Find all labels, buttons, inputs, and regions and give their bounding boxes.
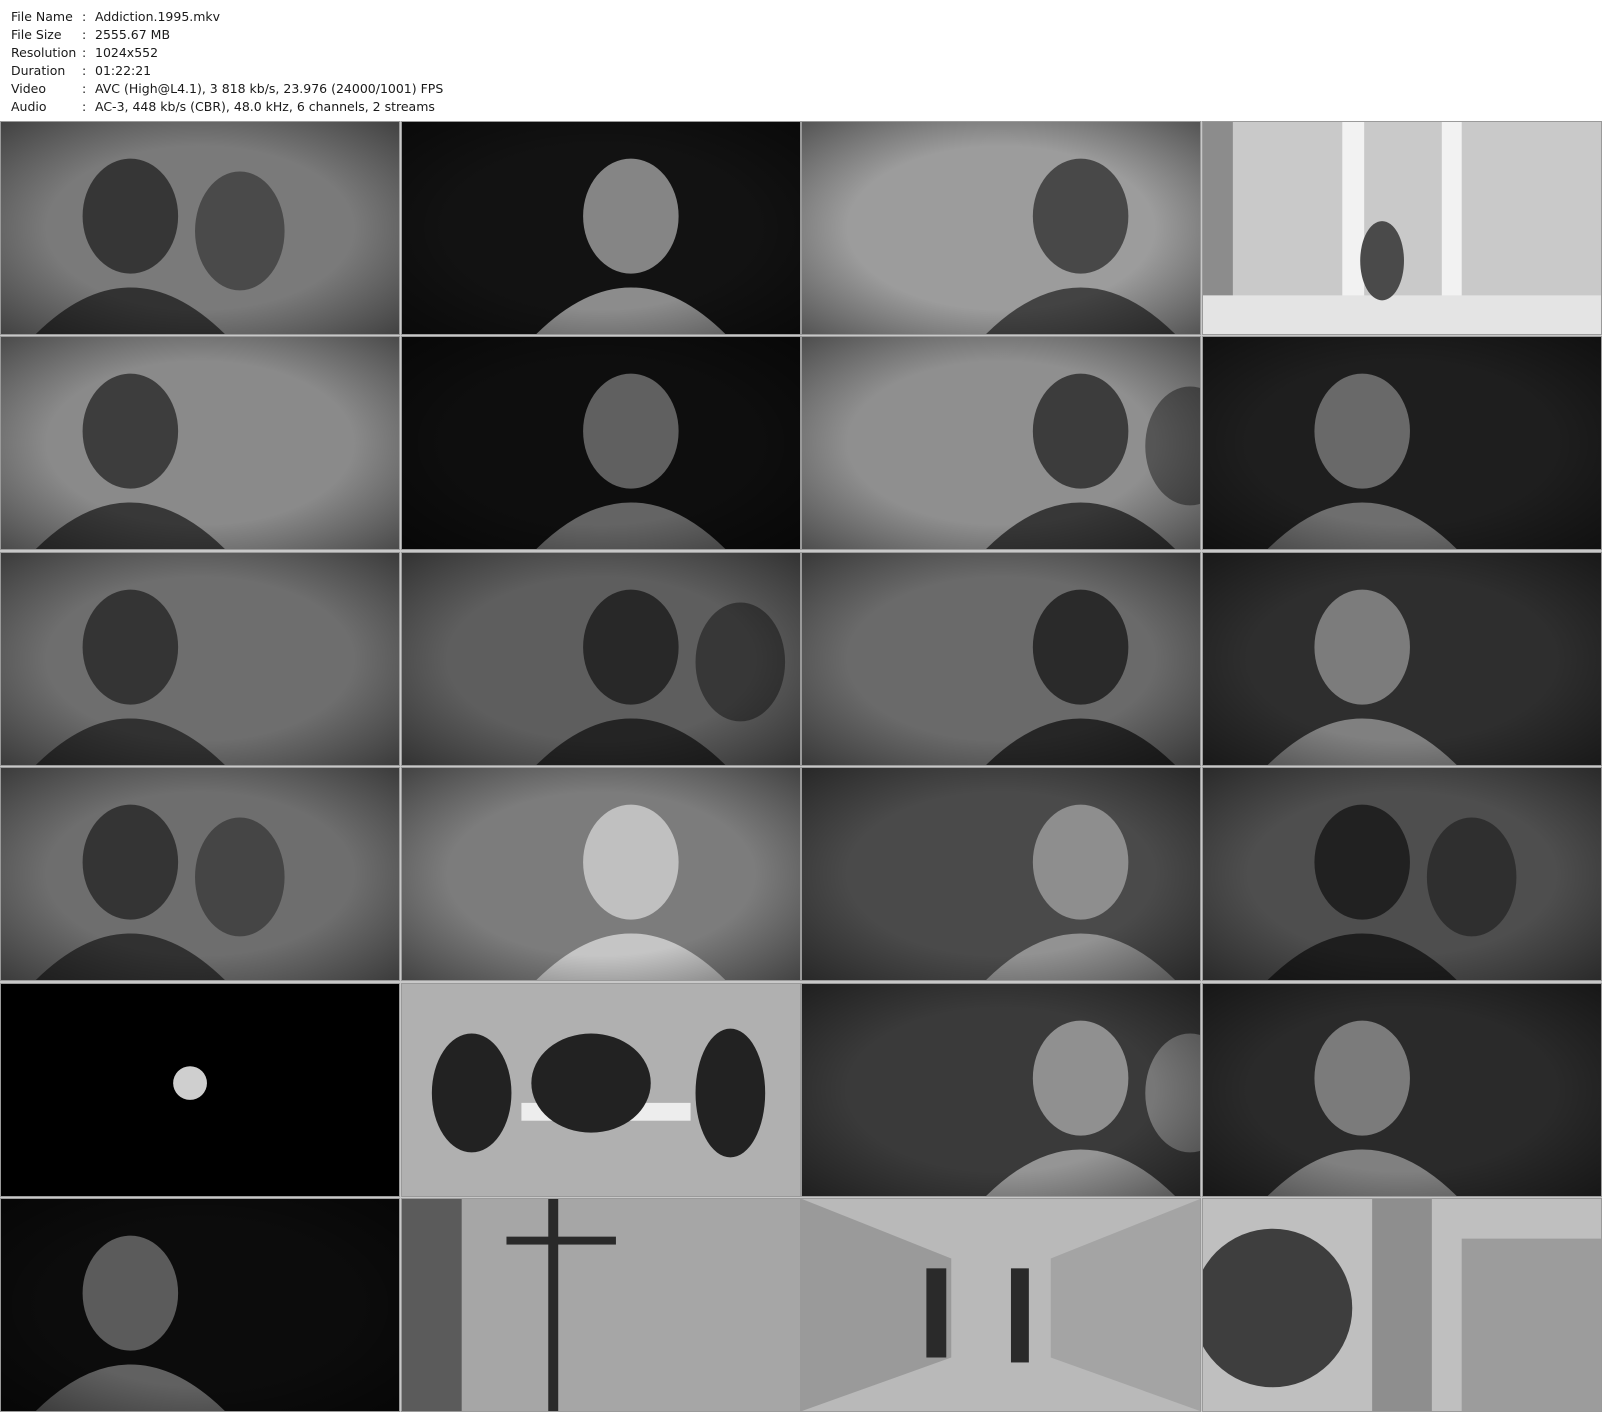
thumbnail-figure-on-floor (1201, 982, 1602, 1197)
info-value: AVC (High@L4.1), 3 818 kb/s, 23.976 (240… (95, 81, 444, 96)
info-separator: : (82, 81, 87, 96)
thumbnail-hospital-corridor (801, 1197, 1202, 1412)
thumbnail-two-women-talking (0, 121, 400, 335)
info-value: 01:22:21 (95, 63, 152, 78)
info-label: Video (11, 81, 47, 96)
thumbnail-man-on-bed (1201, 767, 1602, 982)
frame-image (802, 768, 1201, 981)
info-value: 2555.67 MB (95, 27, 171, 42)
frame-image (802, 552, 1201, 765)
thumbnail-woman-eating-at-cafe (0, 336, 400, 551)
thumbnail-woman-at-mirror (801, 121, 1202, 335)
info-label: Duration (11, 63, 66, 78)
info-row-resolution: Resolution : 1024x552 (11, 44, 443, 62)
frame-image (1202, 983, 1601, 1196)
frame-image (1, 983, 399, 1196)
info-separator: : (82, 9, 87, 24)
info-separator: : (82, 63, 87, 78)
thumbnail-two-women-in-room (801, 551, 1202, 766)
thumbnail-classroom-students (801, 336, 1202, 551)
thumbnail-building-caryatid-statue (400, 767, 801, 982)
thumbnail-loft-interior (801, 767, 1202, 982)
thumbnail-blurred-motion (801, 982, 1202, 1197)
frame-image (1202, 1198, 1601, 1411)
thumbnail-meeting-table (400, 982, 801, 1197)
frame-image (802, 337, 1201, 550)
thumbnail-man-with-glasses (0, 551, 400, 766)
frame-image (401, 552, 800, 765)
frame-image (1, 1198, 399, 1411)
info-row-video: Video : AVC (High@L4.1), 3 818 kb/s, 23.… (11, 80, 443, 98)
thumbnail-moon-night-sky (0, 982, 400, 1197)
thumbnail-cafe-table-three-people (1201, 336, 1602, 551)
thumbnail-crucifix-on-wall (400, 1197, 801, 1412)
thumbnail-dark-struggle (0, 1197, 400, 1412)
frame-image (802, 983, 1201, 1196)
frame-image (802, 122, 1201, 334)
frame-image (1202, 122, 1601, 334)
thumbnail-close-up-face-dark (400, 336, 801, 551)
frame-image (1, 122, 399, 334)
frame-image (1, 768, 399, 981)
frame-image (401, 122, 800, 334)
thumbnail-restroom-stalls (1201, 121, 1602, 335)
file-info-header: File Name : Addiction.1995.mkv File Size… (11, 8, 443, 116)
info-row-duration: Duration : 01:22:21 (11, 62, 443, 80)
frame-image (1202, 337, 1601, 550)
info-label: File Name (11, 9, 73, 24)
info-row-file-name: File Name : Addiction.1995.mkv (11, 8, 443, 26)
frame-image (401, 1198, 800, 1411)
frame-image (1202, 768, 1601, 981)
info-separator: : (82, 45, 87, 60)
info-value: AC-3, 448 kb/s (CBR), 48.0 kHz, 6 channe… (95, 99, 435, 114)
frame-image (802, 1198, 1201, 1411)
info-separator: : (82, 99, 87, 114)
thumbnail-church-tower (1201, 1197, 1602, 1412)
frame-image (1202, 552, 1601, 765)
info-value: Addiction.1995.mkv (95, 9, 221, 24)
frame-image (401, 768, 800, 981)
info-row-audio: Audio : AC-3, 448 kb/s (CBR), 48.0 kHz, … (11, 98, 443, 116)
thumbnail-grid (0, 121, 1602, 1412)
info-value: 1024x552 (95, 45, 159, 60)
info-separator: : (82, 27, 87, 42)
thumbnail-night-street-walk (1201, 551, 1602, 766)
info-label: Resolution (11, 45, 77, 60)
frame-image (401, 337, 800, 550)
info-row-file-size: File Size : 2555.67 MB (11, 26, 443, 44)
thumbnail-woman-in-sunglasses (0, 767, 400, 982)
thumbnail-library-reading-room (400, 551, 801, 766)
info-label: File Size (11, 27, 62, 42)
frame-image (1, 552, 399, 765)
info-label: Audio (11, 99, 47, 114)
frame-image (401, 983, 800, 1196)
thumbnail-face-in-shadow-lattice (400, 121, 801, 335)
frame-image (1, 337, 399, 550)
